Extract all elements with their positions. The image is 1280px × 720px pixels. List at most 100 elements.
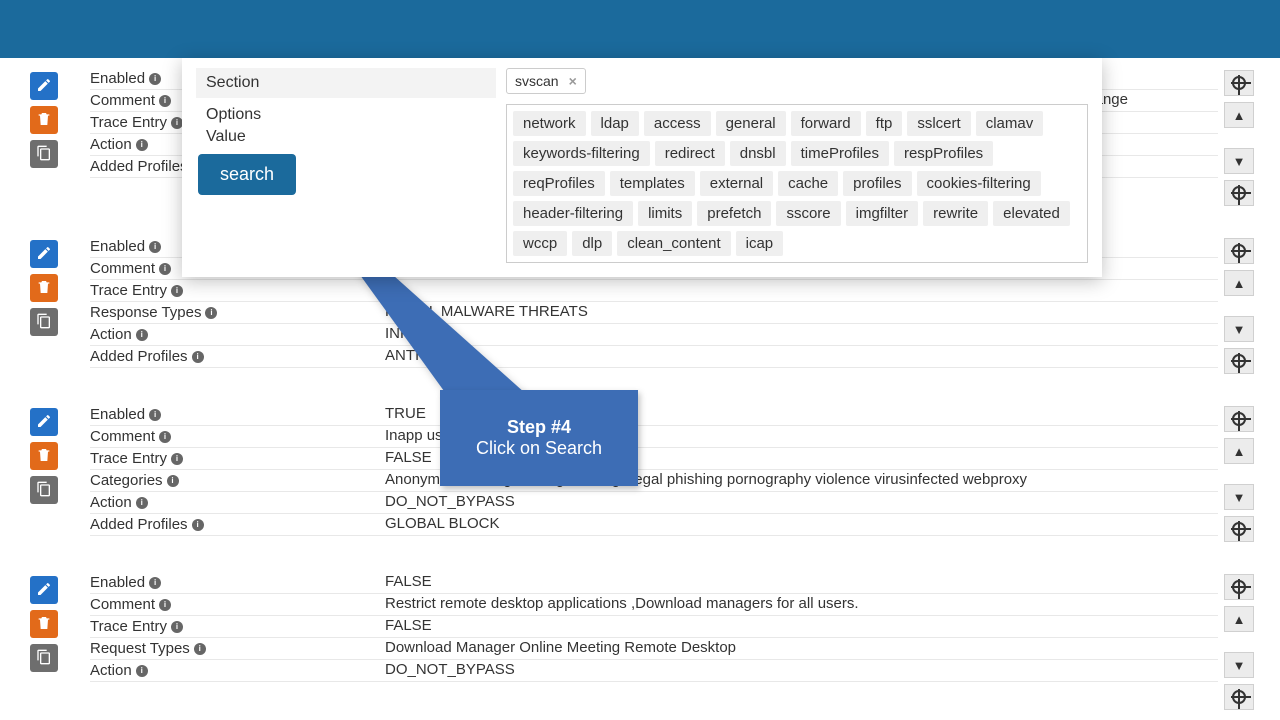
field-label-categories: Categoriesi bbox=[90, 471, 385, 490]
target-icon bbox=[1232, 76, 1246, 90]
move-down-button[interactable]: ▼ bbox=[1224, 652, 1254, 678]
tag-cookies-filtering[interactable]: cookies-filtering bbox=[917, 171, 1041, 196]
tag-cache[interactable]: cache bbox=[778, 171, 838, 196]
info-icon[interactable]: i bbox=[192, 351, 204, 363]
info-icon[interactable]: i bbox=[171, 453, 183, 465]
tag-templates[interactable]: templates bbox=[610, 171, 695, 196]
move-down-button[interactable]: ▼ bbox=[1224, 484, 1254, 510]
delete-button[interactable] bbox=[30, 106, 58, 134]
move-up-button[interactable]: ▲ bbox=[1224, 102, 1254, 128]
tag-sslcert[interactable]: sslcert bbox=[907, 111, 970, 136]
tag-clean_content[interactable]: clean_content bbox=[617, 231, 730, 256]
info-icon[interactable]: i bbox=[136, 665, 148, 677]
tag-reqProfiles[interactable]: reqProfiles bbox=[513, 171, 605, 196]
move-up-button[interactable]: ▲ bbox=[1224, 606, 1254, 632]
move-up-button[interactable]: ▲ bbox=[1224, 270, 1254, 296]
target-button-2[interactable] bbox=[1224, 348, 1254, 374]
field-value-comment: Restrict remote desktop applications ,Do… bbox=[385, 595, 1218, 614]
tag-ldap[interactable]: ldap bbox=[591, 111, 639, 136]
info-icon[interactable]: i bbox=[171, 621, 183, 633]
tag-elevated[interactable]: elevated bbox=[993, 201, 1070, 226]
tag-rewrite[interactable]: rewrite bbox=[923, 201, 988, 226]
tag-forward[interactable]: forward bbox=[791, 111, 861, 136]
options-tags: networkldapaccessgeneralforwardftpsslcer… bbox=[506, 104, 1088, 263]
trash-icon bbox=[36, 111, 52, 130]
info-icon[interactable]: i bbox=[159, 95, 171, 107]
tag-external[interactable]: external bbox=[700, 171, 773, 196]
move-down-button[interactable]: ▼ bbox=[1224, 148, 1254, 174]
copy-button[interactable] bbox=[30, 140, 58, 168]
info-icon[interactable]: i bbox=[149, 577, 161, 589]
edit-button[interactable] bbox=[30, 72, 58, 100]
tag-ftp[interactable]: ftp bbox=[866, 111, 903, 136]
tag-network[interactable]: network bbox=[513, 111, 586, 136]
target-button-2[interactable] bbox=[1224, 516, 1254, 542]
delete-button[interactable] bbox=[30, 274, 58, 302]
move-down-button[interactable]: ▼ bbox=[1224, 316, 1254, 342]
info-icon[interactable]: i bbox=[136, 497, 148, 509]
move-up-button[interactable]: ▲ bbox=[1224, 438, 1254, 464]
section-token-text: svscan bbox=[515, 73, 559, 89]
target-button-2[interactable] bbox=[1224, 180, 1254, 206]
copy-icon bbox=[36, 481, 52, 500]
target-icon bbox=[1232, 244, 1246, 258]
target-button[interactable] bbox=[1224, 238, 1254, 264]
copy-icon bbox=[36, 649, 52, 668]
tag-wccp[interactable]: wccp bbox=[513, 231, 567, 256]
delete-button[interactable] bbox=[30, 610, 58, 638]
close-icon[interactable]: × bbox=[569, 73, 577, 89]
field-label-trace_entry: Trace Entryi bbox=[90, 449, 385, 468]
target-icon bbox=[1232, 690, 1246, 704]
tag-dnsbl[interactable]: dnsbl bbox=[730, 141, 786, 166]
search-panel: Section svscan × Options Value search ne… bbox=[182, 58, 1102, 277]
info-icon[interactable]: i bbox=[192, 519, 204, 531]
tag-clamav[interactable]: clamav bbox=[976, 111, 1044, 136]
tag-access[interactable]: access bbox=[644, 111, 711, 136]
field-value-action: DO_NOT_BYPASS bbox=[385, 493, 1218, 512]
tag-respProfiles[interactable]: respProfiles bbox=[894, 141, 993, 166]
info-icon[interactable]: i bbox=[149, 409, 161, 421]
info-icon[interactable]: i bbox=[136, 139, 148, 151]
section-token[interactable]: svscan × bbox=[506, 68, 586, 94]
info-icon[interactable]: i bbox=[171, 285, 183, 297]
tag-imgfilter[interactable]: imgfilter bbox=[846, 201, 919, 226]
tag-keywords-filtering[interactable]: keywords-filtering bbox=[513, 141, 650, 166]
tag-icap[interactable]: icap bbox=[736, 231, 784, 256]
copy-button[interactable] bbox=[30, 476, 58, 504]
info-icon[interactable]: i bbox=[149, 241, 161, 253]
tag-dlp[interactable]: dlp bbox=[572, 231, 612, 256]
info-icon[interactable]: i bbox=[194, 643, 206, 655]
field-value-action: DO_NOT_BYPASS bbox=[385, 661, 1218, 680]
search-button[interactable]: search bbox=[198, 154, 296, 195]
tag-limits[interactable]: limits bbox=[638, 201, 692, 226]
tag-header-filtering[interactable]: header-filtering bbox=[513, 201, 633, 226]
edit-button[interactable] bbox=[30, 240, 58, 268]
delete-button[interactable] bbox=[30, 442, 58, 470]
copy-button[interactable] bbox=[30, 644, 58, 672]
info-icon[interactable]: i bbox=[136, 329, 148, 341]
tag-timeProfiles[interactable]: timeProfiles bbox=[791, 141, 889, 166]
target-button-2[interactable] bbox=[1224, 684, 1254, 710]
info-icon[interactable]: i bbox=[205, 307, 217, 319]
info-icon[interactable]: i bbox=[159, 431, 171, 443]
tag-profiles[interactable]: profiles bbox=[843, 171, 911, 196]
chevron-down-icon: ▼ bbox=[1233, 658, 1246, 673]
target-button[interactable] bbox=[1224, 406, 1254, 432]
edit-button[interactable] bbox=[30, 576, 58, 604]
target-icon bbox=[1232, 412, 1246, 426]
info-icon[interactable]: i bbox=[149, 73, 161, 85]
tag-prefetch[interactable]: prefetch bbox=[697, 201, 771, 226]
chevron-down-icon: ▼ bbox=[1233, 154, 1246, 169]
copy-button[interactable] bbox=[30, 308, 58, 336]
target-button[interactable] bbox=[1224, 574, 1254, 600]
tag-general[interactable]: general bbox=[716, 111, 786, 136]
tag-redirect[interactable]: redirect bbox=[655, 141, 725, 166]
trash-icon bbox=[36, 279, 52, 298]
target-button[interactable] bbox=[1224, 70, 1254, 96]
info-icon[interactable]: i bbox=[159, 263, 171, 275]
tag-sscore[interactable]: sscore bbox=[776, 201, 840, 226]
edit-button[interactable] bbox=[30, 408, 58, 436]
field-value-enabled: FALSE bbox=[385, 573, 1218, 592]
info-icon[interactable]: i bbox=[159, 599, 171, 611]
info-icon[interactable]: i bbox=[167, 475, 179, 487]
